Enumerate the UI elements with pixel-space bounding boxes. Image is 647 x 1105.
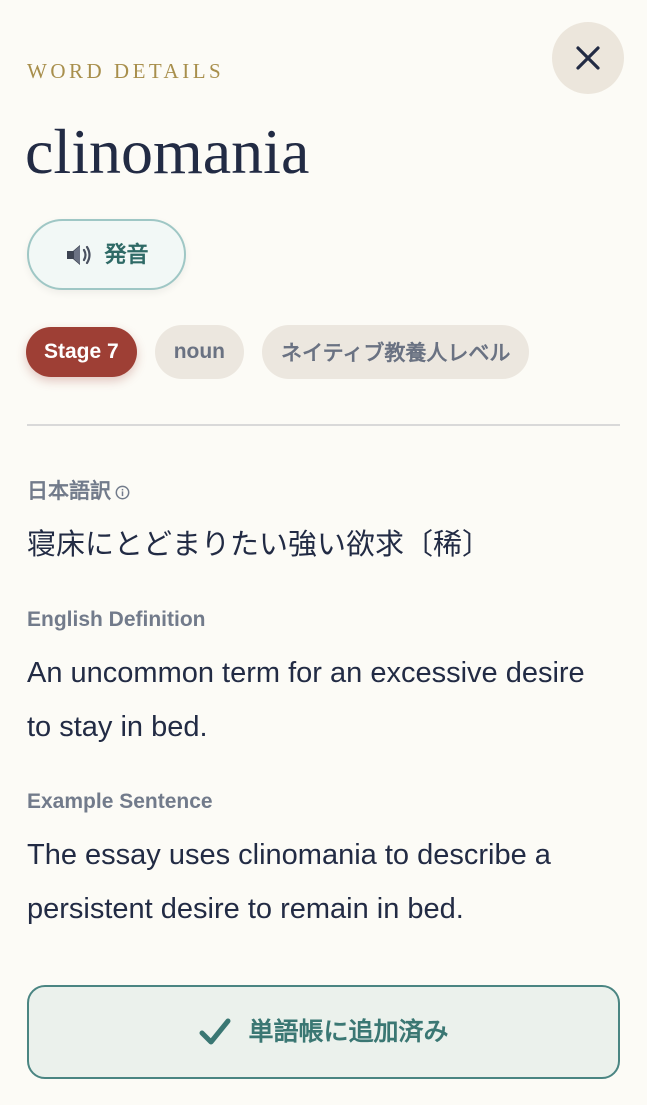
japanese-translation-label: 日本語訳 bbox=[27, 479, 130, 505]
english-definition-label: English Definition bbox=[27, 608, 206, 631]
added-to-vocab-label: 単語帳に追加済み bbox=[248, 1018, 449, 1046]
added-to-vocab-button[interactable]: 単語帳に追加済み bbox=[27, 985, 620, 1079]
speaker-icon bbox=[67, 244, 92, 265]
close-icon bbox=[576, 46, 600, 70]
part-of-speech-chip: noun bbox=[154, 325, 245, 379]
check-icon bbox=[199, 1018, 231, 1045]
english-definition-text: An uncommon term for an excessive desire… bbox=[27, 657, 585, 743]
info-icon[interactable] bbox=[115, 485, 130, 500]
tag-chips: Stage 7 noun ネイティブ教養人レベル bbox=[26, 325, 530, 379]
word-title: clinomania bbox=[25, 116, 310, 187]
stage-badge: Stage 7 bbox=[26, 327, 137, 377]
example-sentence-label: Example Sentence bbox=[27, 790, 213, 813]
example-sentence-text: The essay uses clinomania to describe a … bbox=[27, 839, 551, 925]
section-kicker: WORD DETAILS bbox=[27, 59, 225, 83]
pronunciation-label: 発音 bbox=[104, 241, 149, 267]
japanese-translation-text: 寝床にとどまりたい強い欲求〔稀〕 bbox=[27, 529, 492, 561]
pronunciation-button[interactable]: 発音 bbox=[27, 219, 186, 290]
japanese-translation-label-text: 日本語訳 bbox=[27, 480, 111, 503]
divider bbox=[27, 424, 620, 426]
close-button[interactable] bbox=[552, 22, 624, 94]
level-chip: ネイティブ教養人レベル bbox=[262, 325, 530, 379]
